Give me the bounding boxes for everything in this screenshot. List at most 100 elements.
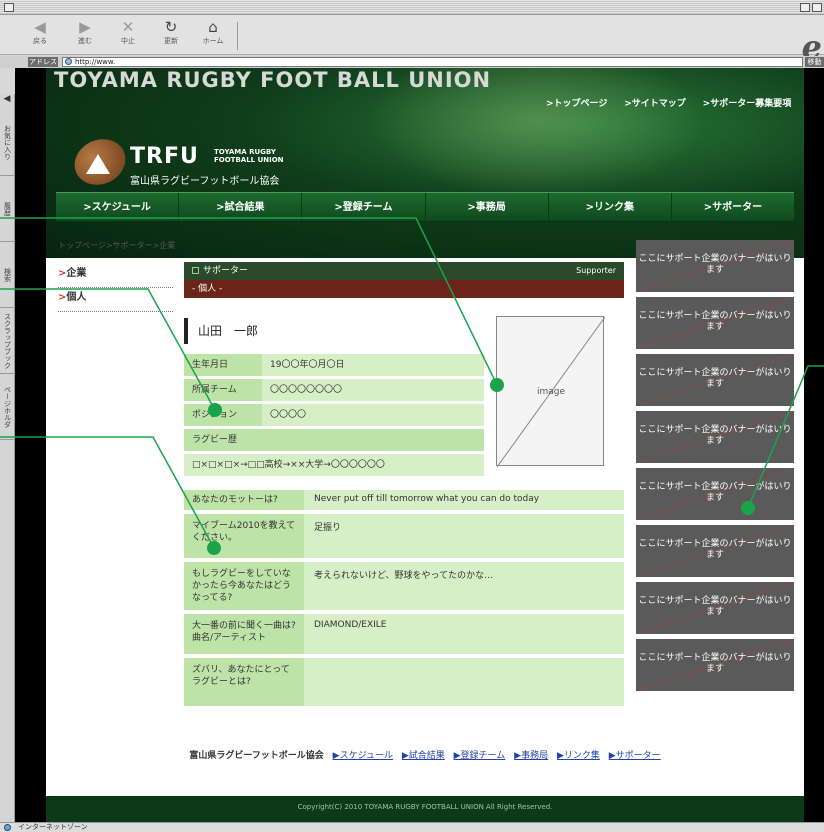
qa-question: マイブーム2010を教えてください。	[184, 514, 304, 558]
logo-japanese: 富山県ラグビーフットボール協会	[130, 176, 280, 187]
qa-question: ズバリ、あなたにとってラグビーとは?	[184, 658, 304, 706]
stop-button[interactable]: ✕ 中止	[115, 18, 141, 46]
site-title: TOYAMA RUGBY FOOT BALL UNION	[54, 68, 492, 92]
nav-office[interactable]: >事務局	[426, 193, 549, 221]
footer-link-links[interactable]: ▶リンク集	[557, 751, 600, 761]
sponsor-banner[interactable]: ここにサポート企業のバナーがはいります	[636, 639, 794, 691]
qa-row: ズバリ、あなたにとってラグビーとは?	[184, 658, 624, 706]
footer-link-results[interactable]: ▶試合結果	[402, 751, 445, 761]
sidebar-tab-scrapbook[interactable]: スクラップブック	[0, 308, 15, 374]
qa-answer: 足振り	[314, 523, 342, 533]
logo-sub-line2: FOOTBALL UNION	[214, 156, 284, 164]
home-icon: ⌂	[208, 18, 218, 36]
mountain-icon	[86, 154, 110, 174]
toolbar-divider	[237, 22, 238, 50]
section-title: サポーター	[203, 266, 249, 276]
left-nav-label: 個人	[66, 292, 87, 303]
stop-icon: ✕	[121, 18, 135, 36]
footer-link-office[interactable]: ▶事務局	[514, 751, 548, 761]
sidebar-tab-history[interactable]: 履歴	[0, 176, 15, 242]
back-button[interactable]: ◀ 戻る	[27, 18, 53, 46]
window-zoom-box[interactable]	[800, 3, 810, 12]
profile-row-birthday: 生年月日 19〇〇年〇月〇日	[184, 354, 484, 376]
nav-schedule[interactable]: >スケジュール	[56, 193, 180, 221]
window-close-box[interactable]	[4, 3, 14, 12]
forward-button[interactable]: ▶ 進む	[72, 18, 98, 46]
address-bar: アドレス http://www. 移動	[0, 56, 824, 68]
footer-org: 富山県ラグビーフットボール協会	[189, 751, 324, 761]
section-subtitle: - 個人 -	[184, 280, 624, 298]
back-icon: ◀	[34, 18, 46, 36]
go-button[interactable]: 移動	[805, 57, 824, 67]
address-value: http://www.	[75, 58, 116, 66]
sponsor-banner-text: ここにサポート企業のバナーがはいります	[638, 482, 792, 503]
refresh-icon: ↻	[164, 18, 178, 36]
nav-teams[interactable]: >登録チーム	[302, 193, 426, 221]
refresh-label: 更新	[164, 37, 178, 45]
footer-link-supporter[interactable]: ▶サポーター	[609, 751, 661, 761]
sponsor-banner[interactable]: ここにサポート企業のバナーがはいります	[636, 297, 794, 349]
sponsor-banner[interactable]: ここにサポート企業のバナーがはいります	[636, 411, 794, 463]
left-nav-item-individual[interactable]: >個人	[58, 288, 173, 312]
section-header: サポーター Supporter	[184, 262, 624, 280]
sidebar-tab-favorites[interactable]: お気に入り	[0, 110, 15, 176]
logo-short: TRFU	[130, 144, 199, 169]
sidebar-tab-page-holder[interactable]: ページホルダ	[0, 374, 15, 440]
window-collapse-box[interactable]	[812, 3, 822, 12]
profile-row-position: ポジション 〇〇〇〇	[184, 404, 484, 426]
sponsor-banner[interactable]: ここにサポート企業のバナーがはいります	[636, 582, 794, 634]
site-logo[interactable]: TRFU TOYAMA RUGBY FOOTBALL UNION 富山県ラグビー…	[67, 131, 314, 193]
main-content: サポーター Supporter - 個人 - 山田 一郎 生年月日 19〇〇年〇…	[184, 262, 624, 706]
page-globe-icon	[65, 58, 72, 65]
nav-links[interactable]: >リンク集	[549, 193, 672, 221]
sponsor-banner-text: ここにサポート企業のバナーがはいります	[638, 653, 792, 674]
qa-question: あなたのモットーは?	[184, 490, 304, 510]
nav-supporter[interactable]: >サポーター	[672, 193, 794, 221]
profile-name: 山田 一郎	[184, 318, 258, 344]
profile-history-value: □×□×□×→□□高校→××大学→〇〇〇〇〇〇	[184, 454, 484, 476]
address-input[interactable]: http://www.	[62, 57, 803, 67]
qa-row: マイブーム2010を教えてください。 足振り	[184, 514, 624, 558]
footer-link-schedule[interactable]: ▶スケジュール	[333, 751, 393, 761]
status-text: インターネットゾーン	[18, 823, 88, 831]
sponsor-banner[interactable]: ここにサポート企業のバナーがはいります	[636, 240, 794, 292]
profile-key: ポジション	[184, 404, 262, 426]
refresh-button[interactable]: ↻ 更新	[158, 18, 184, 46]
window-title-bar	[0, 0, 824, 15]
page-viewport[interactable]: TOYAMA RUGBY FOOT BALL UNION >トップページ >サイ…	[15, 68, 824, 822]
status-bar: インターネットゾーン	[0, 822, 824, 832]
qa-question: 大一番の前に聞く一曲は?曲名/アーティスト	[184, 614, 304, 654]
explorer-sidebar: ◀ お気に入り 履歴 検索 スクラップブック ページホルダ	[0, 94, 15, 830]
sponsor-banner-text: ここにサポート企業のバナーがはいります	[638, 539, 792, 560]
stop-label: 中止	[121, 37, 135, 45]
profile-row-team: 所属チーム 〇〇〇〇〇〇〇〇	[184, 379, 484, 401]
footer-link-teams[interactable]: ▶登録チーム	[454, 751, 506, 761]
sponsor-banner[interactable]: ここにサポート企業のバナーがはいります	[636, 468, 794, 520]
breadcrumb[interactable]: トップページ>サポーター>企業	[58, 240, 175, 251]
sidebar-collapse-icon[interactable]: ◀	[0, 94, 14, 110]
nav-results[interactable]: >試合結果	[179, 193, 303, 221]
section-title-en: Supporter	[576, 266, 616, 275]
profile-key: 生年月日	[184, 354, 262, 376]
left-nav-item-company[interactable]: >企業	[58, 264, 173, 288]
qa-question: もしラグビーをしていなかったら今あなたはどうなってる?	[184, 562, 304, 610]
top-nav-sitemap[interactable]: >サイトマップ	[624, 99, 686, 109]
top-nav-supporter-recruit[interactable]: >サポーター募集要項	[703, 99, 792, 109]
top-nav: >トップページ >サイトマップ >サポーター募集要項	[546, 96, 804, 109]
qa-answer: DIAMOND/EXILE	[314, 620, 387, 630]
top-nav-top-page[interactable]: >トップページ	[546, 99, 607, 109]
address-label: アドレス	[28, 57, 58, 67]
site-header: TOYAMA RUGBY FOOT BALL UNION >トップページ >サイ…	[46, 68, 804, 258]
sidebar-tab-search[interactable]: 検索	[0, 242, 15, 308]
profile-history-label: ラグビー歴	[184, 429, 484, 451]
forward-icon: ▶	[79, 18, 91, 36]
zone-globe-icon	[4, 824, 11, 831]
home-button[interactable]: ⌂ ホーム	[200, 18, 226, 46]
section-square-icon	[192, 267, 199, 274]
web-page: TOYAMA RUGBY FOOT BALL UNION >トップページ >サイ…	[46, 68, 804, 822]
sponsor-banner[interactable]: ここにサポート企業のバナーがはいります	[636, 525, 794, 577]
back-label: 戻る	[33, 37, 47, 45]
sponsor-banner[interactable]: ここにサポート企業のバナーがはいります	[636, 354, 794, 406]
main-nav: >スケジュール >試合結果 >登録チーム >事務局 >リンク集 >サポーター	[56, 192, 794, 222]
qa-answer: 考えられないけど、野球をやってたのかな…	[314, 571, 494, 581]
